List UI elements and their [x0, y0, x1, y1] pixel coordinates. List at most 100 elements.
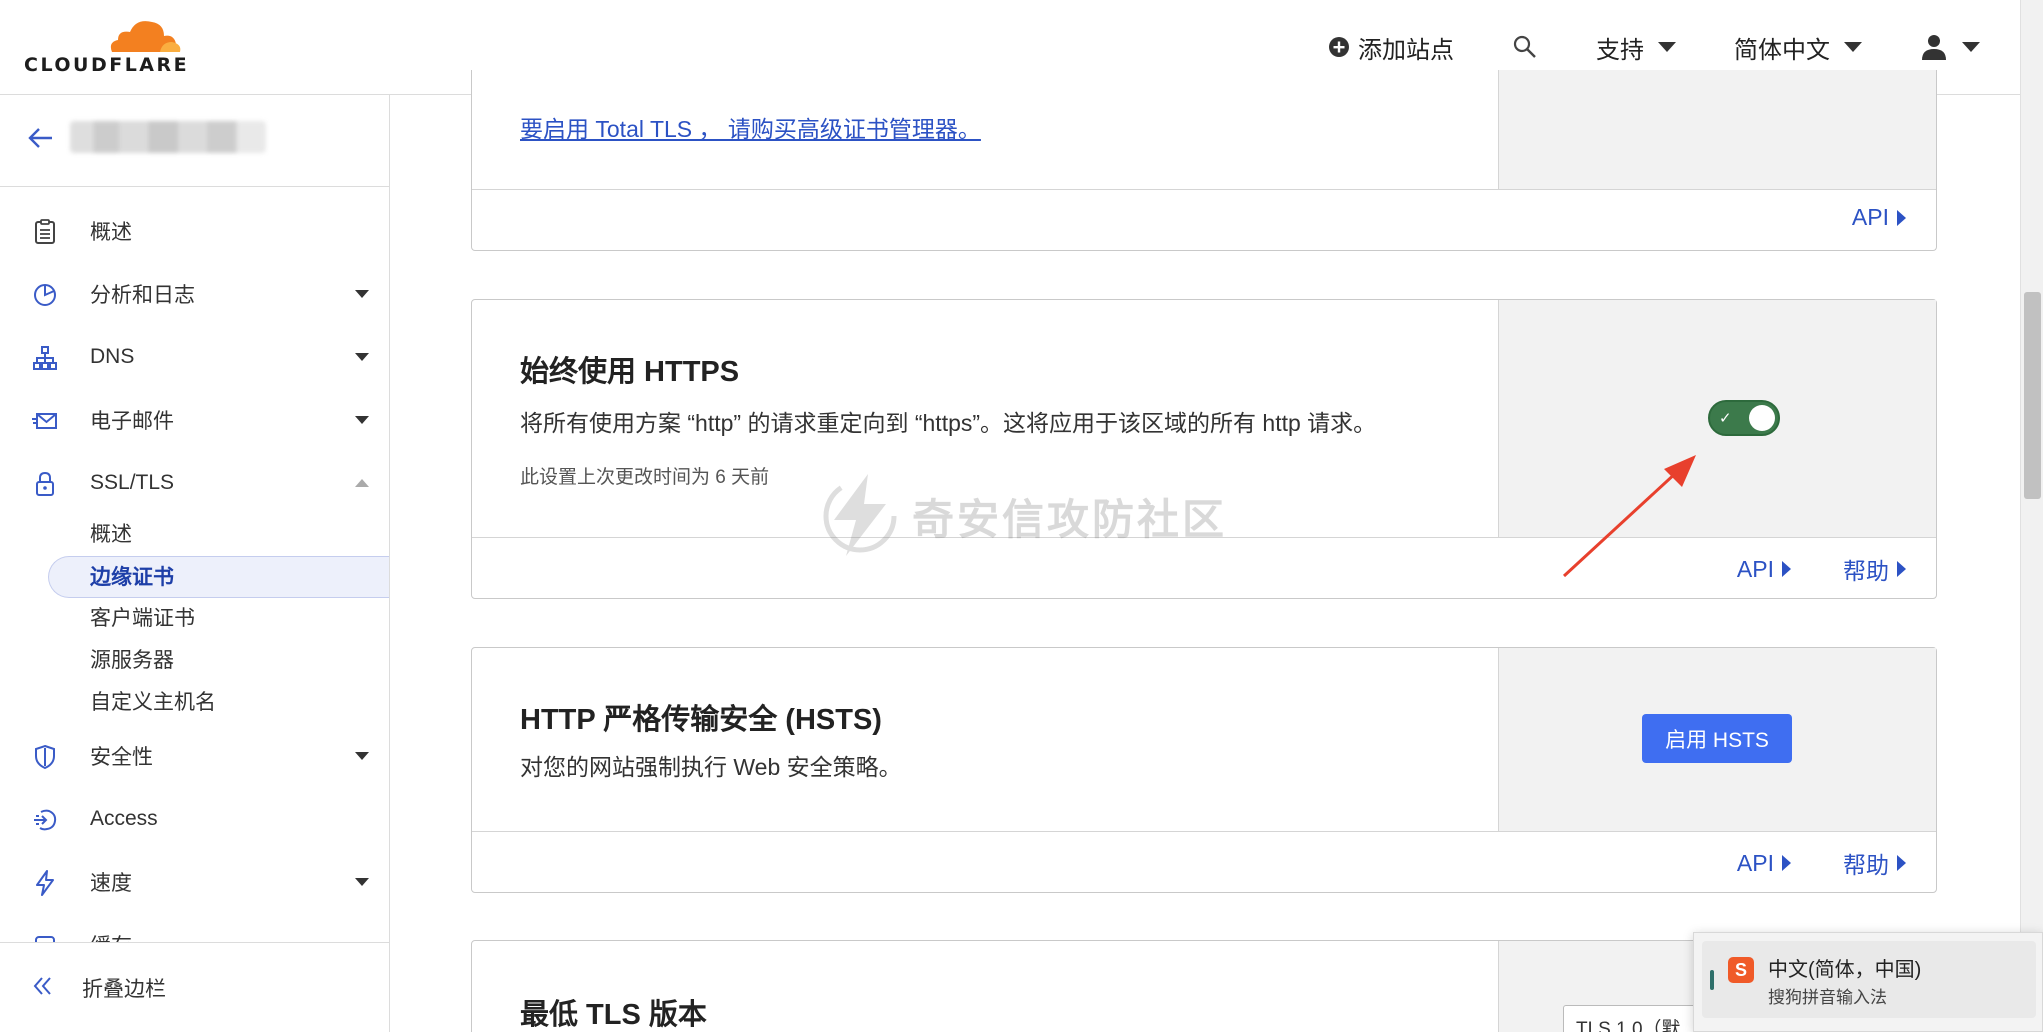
sidebar-item-speed[interactable]: 速度 [0, 850, 389, 913]
chevron-down-icon [355, 416, 369, 424]
sidebar-item-security[interactable]: 安全性 [0, 724, 389, 787]
selection-bar [1710, 970, 1714, 990]
network-icon [33, 346, 57, 370]
check-icon: ✓ [1719, 410, 1732, 427]
card-footer: API 帮助 [472, 831, 1936, 891]
caret-right-icon [1782, 561, 1791, 577]
sidebar-item-access[interactable]: Access [0, 787, 389, 850]
card-aside: ✓ [1498, 300, 1936, 537]
search-icon [1513, 35, 1536, 58]
card-aside [1498, 70, 1936, 189]
cloudflare-logo[interactable]: CLOUDFLARE [24, 14, 190, 76]
sidebar-item-label: DNS [90, 344, 135, 368]
sidebar-item-label: 电子邮件 [90, 409, 174, 433]
subnav-edge-certificates[interactable]: 边缘证书 [48, 556, 389, 598]
api-label: API [1851, 204, 1889, 230]
sidebar-item-label: Access [90, 806, 158, 830]
sidebar-item-ssl-tls[interactable]: SSL/TLS [0, 451, 389, 514]
sidebar-item-label: 速度 [90, 871, 132, 895]
support-menu[interactable]: 支持 [1596, 30, 1676, 65]
ime-method: 搜狗拼音输入法 [1768, 988, 1887, 1007]
api-label: API [1736, 849, 1774, 876]
sidebar-item-analytics[interactable]: 分析和日志 [0, 262, 389, 325]
chevron-down-icon [355, 290, 369, 298]
sidebar-item-overview[interactable]: 概述 [0, 199, 389, 262]
help-link[interactable]: 帮助 [1843, 846, 1906, 880]
api-link[interactable]: API [1737, 552, 1791, 586]
ssl-subnav: 概述 边缘证书 客户端证书 源服务器 自定义主机名 [0, 514, 389, 724]
site-selector[interactable] [0, 95, 389, 187]
tls-version-value: TLS 1.0（默 [1576, 1019, 1681, 1032]
add-site-button[interactable]: 添加站点 [1328, 30, 1454, 65]
card-description: 对您的网站强制执行 Web 安全策略。 [520, 754, 902, 780]
language-label: 简体中文 [1734, 36, 1830, 64]
enable-hsts-button[interactable]: 启用 HSTS [1642, 714, 1792, 763]
email-icon [32, 413, 57, 429]
card-aside: 启用 HSTS [1498, 648, 1936, 831]
ime-popup[interactable]: S 中文(简体，中国) 搜狗拼音输入法 [1693, 932, 2043, 1032]
always-https-card: ✓ 始终使用 HTTPS 将所有使用方案 “http” 的请求重定向到 “htt… [471, 299, 1937, 599]
caret-right-icon [1897, 209, 1906, 226]
sidebar-item-label: 安全性 [90, 745, 153, 769]
access-icon [34, 809, 57, 831]
search-button[interactable] [1512, 34, 1538, 60]
ime-language: 中文(简体，中国) [1768, 959, 1922, 981]
card-title: HTTP 严格传输安全 (HSTS) [520, 704, 882, 736]
chevron-down-icon [355, 878, 369, 886]
subnav-client-certificates[interactable]: 客户端证书 [0, 598, 389, 640]
brand-name: CLOUDFLARE [24, 54, 190, 76]
toggle-knob [1749, 405, 1775, 431]
user-icon [1922, 35, 1946, 60]
subnav-origin-server[interactable]: 源服务器 [0, 640, 389, 682]
language-menu[interactable]: 简体中文 [1734, 30, 1862, 65]
collapse-sidebar-button[interactable]: 折叠边栏 [0, 942, 389, 1032]
hsts-card: 启用 HSTS HTTP 严格传输安全 (HSTS) 对您的网站强制执行 Web… [471, 647, 1937, 893]
shield-icon [35, 744, 55, 770]
chevron-down-icon [1844, 42, 1862, 52]
help-link[interactable]: 帮助 [1843, 552, 1906, 586]
help-label: 帮助 [1843, 558, 1889, 584]
site-name-redacted [70, 121, 266, 153]
pie-chart-icon [34, 284, 56, 306]
chevron-down-icon [355, 353, 369, 361]
api-label: API [1736, 555, 1774, 582]
double-chevron-left-icon [33, 977, 51, 995]
card-title: 最低 TLS 版本 [520, 999, 707, 1031]
chevron-down-icon [355, 752, 369, 760]
scrollbar-thumb[interactable] [2024, 292, 2041, 499]
last-changed-note: 此设置上次更改时间为 6 天前 [520, 467, 770, 488]
api-link[interactable]: API [1737, 846, 1791, 880]
cloud-icon [110, 21, 181, 52]
sidebar-item-label: 分析和日志 [90, 283, 195, 307]
ime-option[interactable]: S 中文(简体，中国) 搜狗拼音输入法 [1702, 941, 2036, 1018]
subnav-custom-hostnames[interactable]: 自定义主机名 [0, 682, 389, 724]
card-footer: API [472, 189, 1936, 249]
sidebar-item-label: SSL/TLS [90, 470, 175, 494]
api-link[interactable]: API [1852, 204, 1906, 231]
document-icon [35, 219, 55, 244]
always-https-toggle[interactable]: ✓ [1708, 400, 1780, 436]
chevron-down-icon [1962, 42, 1980, 52]
plus-circle-icon [1329, 37, 1349, 57]
caret-right-icon [1897, 561, 1906, 577]
subnav-overview[interactable]: 概述 [0, 514, 389, 556]
card-description: 将所有使用方案 “http” 的请求重定向到 “https”。这将应用于该区域的… [520, 410, 1377, 436]
add-site-label: 添加站点 [1358, 36, 1454, 64]
page-scrollbar[interactable] [2020, 0, 2043, 1032]
lock-icon [36, 471, 54, 496]
back-arrow-icon[interactable] [26, 123, 56, 153]
support-label: 支持 [1596, 36, 1644, 64]
upgrade-certificate-manager-link[interactable]: 要启用 Total TLS ， 请购买高级证书管理器。 [520, 110, 981, 144]
collapse-sidebar-label: 折叠边栏 [82, 978, 166, 1001]
user-menu[interactable] [1920, 33, 1980, 61]
help-label: 帮助 [1843, 852, 1889, 878]
sidebar-item-dns[interactable]: DNS [0, 325, 389, 388]
sidebar-item-email[interactable]: 电子邮件 [0, 388, 389, 451]
sidebar-item-label: 概述 [90, 220, 132, 244]
caret-right-icon [1897, 855, 1906, 871]
total-tls-card: 要启用 Total TLS ， 请购买高级证书管理器。 API [471, 70, 1937, 251]
chevron-down-icon [1658, 42, 1676, 52]
sogou-icon: S [1728, 957, 1754, 983]
caret-right-icon [1782, 855, 1791, 871]
card-footer: API 帮助 [472, 537, 1936, 597]
